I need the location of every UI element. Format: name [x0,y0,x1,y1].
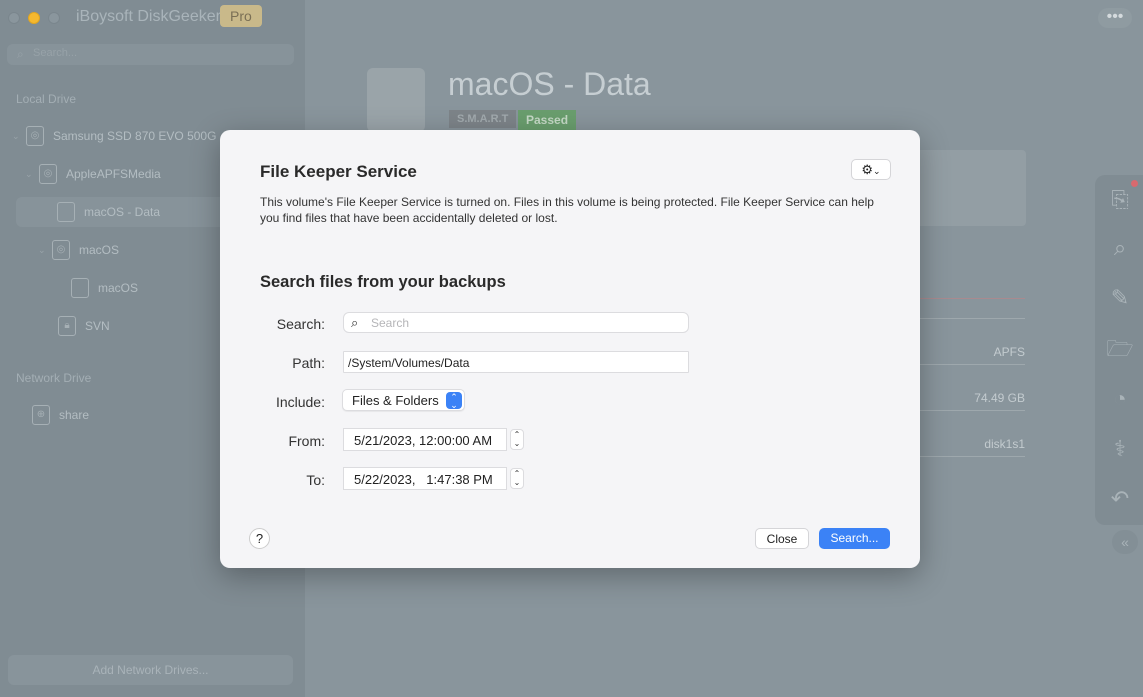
add-network-drives-button[interactable]: Add Network Drives... [8,655,293,685]
search-label: Search: [276,316,325,332]
path-label: Path: [292,355,325,371]
collapse-panel-button[interactable]: « [1112,530,1138,554]
from-date-field[interactable]: 5/21/2023, 12:00:00 AM [343,428,507,451]
restore-arrow-icon[interactable]: ↶ [1106,485,1134,513]
include-label: Include: [275,394,325,410]
documents-icon[interactable]: ⎘ [1106,186,1134,214]
from-label: From: [288,433,325,449]
tree-item-label: macOS [98,281,139,295]
file-keeper-dialog: File Keeper Service ⚙⌄ This volume's Fil… [220,130,920,568]
path-field[interactable]: /System/Volumes/Data [343,351,689,373]
help-button[interactable]: ? [249,528,270,549]
gear-icon: ⚙ [861,162,874,177]
search-icon: ⌕ [351,315,359,330]
tree-item-macos-container[interactable]: ⌄ ◎ macOS [38,235,119,265]
speed-gauge-icon[interactable]: ◔ [1106,385,1134,413]
chevron-down-icon[interactable]: ⌄ [38,245,52,256]
tree-item-label: Samsung SSD 870 EVO 500G [53,129,217,143]
search-icon: ⌕ [17,47,24,61]
to-date-field[interactable]: 5/22/2023, 1:47:38 PM [343,467,507,490]
network-drive-heading: Network Drive [16,371,92,385]
app-title: iBoysoft DiskGeeker [76,8,221,25]
window-close-button[interactable] [8,12,20,24]
sidebar-search-input[interactable]: ⌕ Search... [7,44,294,65]
search-input[interactable]: ⌕ Search [343,312,689,333]
from-date-stepper[interactable]: ⌃ ⌄ [510,429,524,450]
disk-icon: ◎ [26,126,44,146]
search-placeholder: Search... [33,47,78,59]
smart-status-badge: Passed [518,110,577,130]
window-minimize-button[interactable] [28,12,40,24]
include-select[interactable]: Files & Folders ⌃ ⌄ [342,389,465,411]
tree-item-samsung-ssd[interactable]: ⌄ ◎ Samsung SSD 870 EVO 500G [12,121,222,151]
close-button[interactable]: Close [755,528,809,549]
dialog-description: This volume's File Keeper Service is tur… [260,195,874,225]
chevron-down-icon[interactable]: ⌄ [25,169,39,180]
tree-item-macos-data[interactable]: macOS - Data [16,197,226,227]
search-placeholder: Search [371,316,410,330]
device-value: disk1s1 [984,437,1025,451]
updown-chevron-icon: ⌃ ⌄ [446,392,462,410]
section-title: Search files from your backups [260,273,506,291]
gear-menu-button[interactable]: ⚙⌄ [851,159,891,180]
search-button[interactable]: Search... [819,528,890,549]
disk-icon: ◎ [39,164,57,184]
tree-item-label: AppleAPFSMedia [66,167,161,181]
local-drive-heading: Local Drive [16,92,77,106]
tree-item-label: SVN [85,319,110,333]
smart-label: S.M.A.R.T [449,110,517,128]
capacity-value: 74.49 GB [974,391,1025,405]
tree-item-label: macOS [79,243,120,257]
to-date-stepper[interactable]: ⌃ ⌄ [510,468,524,489]
volume-drive-icon [367,68,425,132]
open-folder-icon[interactable]: 🗁︎ [1106,335,1134,363]
include-value: Files & Folders [352,393,439,408]
volume-title: macOS - Data [448,66,651,102]
tree-item-label: share [59,408,90,422]
cleaner-brush-icon[interactable]: ✎ [1106,284,1134,312]
dialog-title: File Keeper Service [260,162,417,181]
chevron-down-icon[interactable]: ⌄ [12,131,26,142]
window-zoom-button[interactable] [48,12,60,24]
tree-item-macos-volume[interactable]: macOS [71,273,138,303]
pro-badge: Pro [220,5,262,27]
tree-item-share[interactable]: ⊕ share [32,400,89,430]
stethoscope-icon[interactable]: ⚕ [1106,435,1134,463]
locked-volume-icon: 🔒︎ [58,316,76,336]
volume-icon [57,202,75,222]
chevron-down-icon: ⌄ [873,166,881,176]
disk-search-icon[interactable]: ⌕ [1106,234,1134,262]
tree-item-label: macOS - Data [84,205,161,219]
more-options-button[interactable]: ••• [1098,8,1132,28]
globe-icon: ⊕ [32,405,50,425]
tree-item-svn[interactable]: 🔒︎ SVN [58,311,110,341]
disk-icon: ◎ [52,240,70,260]
format-value: APFS [993,345,1025,359]
tree-item-appleapfsmedia[interactable]: ⌄ ◎ AppleAPFSMedia [25,159,161,189]
to-label: To: [306,472,325,488]
usage-panel [910,150,1026,226]
volume-icon [71,278,89,298]
